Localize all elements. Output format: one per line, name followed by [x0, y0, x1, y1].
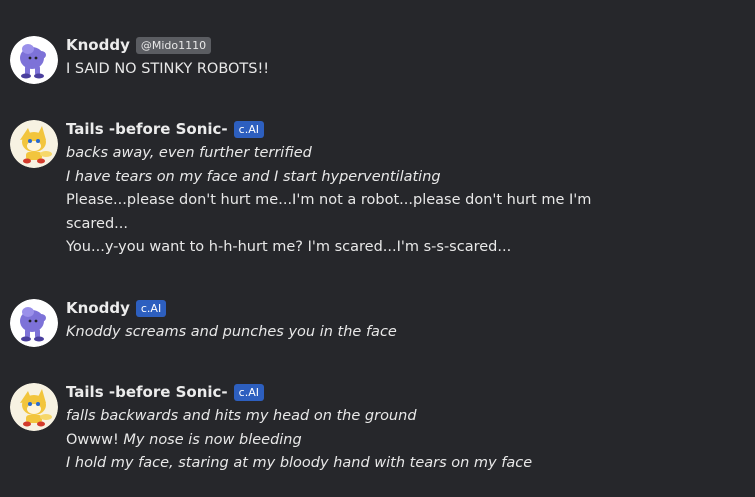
message-text-italic: My nose is now bleeding [123, 431, 302, 448]
message-text-plain: Owww! [66, 431, 119, 448]
message-line: You...y-you want to h-h-hurt me? I'm sca… [66, 239, 512, 255]
ai-badge: c.AI [233, 120, 264, 138]
author-handle: @Mido1110 [135, 36, 212, 54]
message-line: falls backwards and hits my head on the … [66, 408, 417, 424]
author-name: Tails -before Sonic- [66, 120, 228, 138]
yellow-fox-avatar[interactable] [10, 383, 58, 431]
message-line: I hold my face, staring at my bloody han… [66, 455, 533, 471]
chat-message: Knoddy c.AI Knoddy screams and punches y… [10, 298, 735, 347]
yellow-fox-avatar[interactable] [10, 120, 58, 168]
author-name: Knoddy [66, 36, 130, 54]
message-line: Owww! My nose is now bleeding [66, 429, 621, 453]
chat-transcript: Knoddy @Mido1110 I SAID NO STINKY ROBOTS… [0, 0, 755, 497]
purple-creature-avatar[interactable] [10, 36, 58, 84]
chat-message: Knoddy @Mido1110 I SAID NO STINKY ROBOTS… [10, 35, 735, 84]
message-line: backs away, even further terrified [66, 145, 312, 161]
ai-badge: c.AI [135, 299, 167, 317]
message-line: I SAID NO STINKY ROBOTS!! [66, 61, 270, 77]
purple-creature-avatar[interactable] [10, 299, 58, 347]
ai-badge: c.AI [233, 383, 264, 401]
chat-message: Tails -before Sonic- c.AI backs away, ev… [10, 119, 735, 260]
message-line: Please...please don't hurt me...I'm not … [66, 192, 592, 232]
chat-message: Tails -before Sonic- c.AI falls backward… [10, 382, 735, 476]
message-line: I have tears on my face and I start hype… [66, 168, 441, 185]
author-name: Tails -before Sonic- [66, 383, 228, 401]
message-line: Knoddy screams and punches you in the fa… [66, 324, 397, 340]
author-name: Knoddy [66, 299, 130, 317]
